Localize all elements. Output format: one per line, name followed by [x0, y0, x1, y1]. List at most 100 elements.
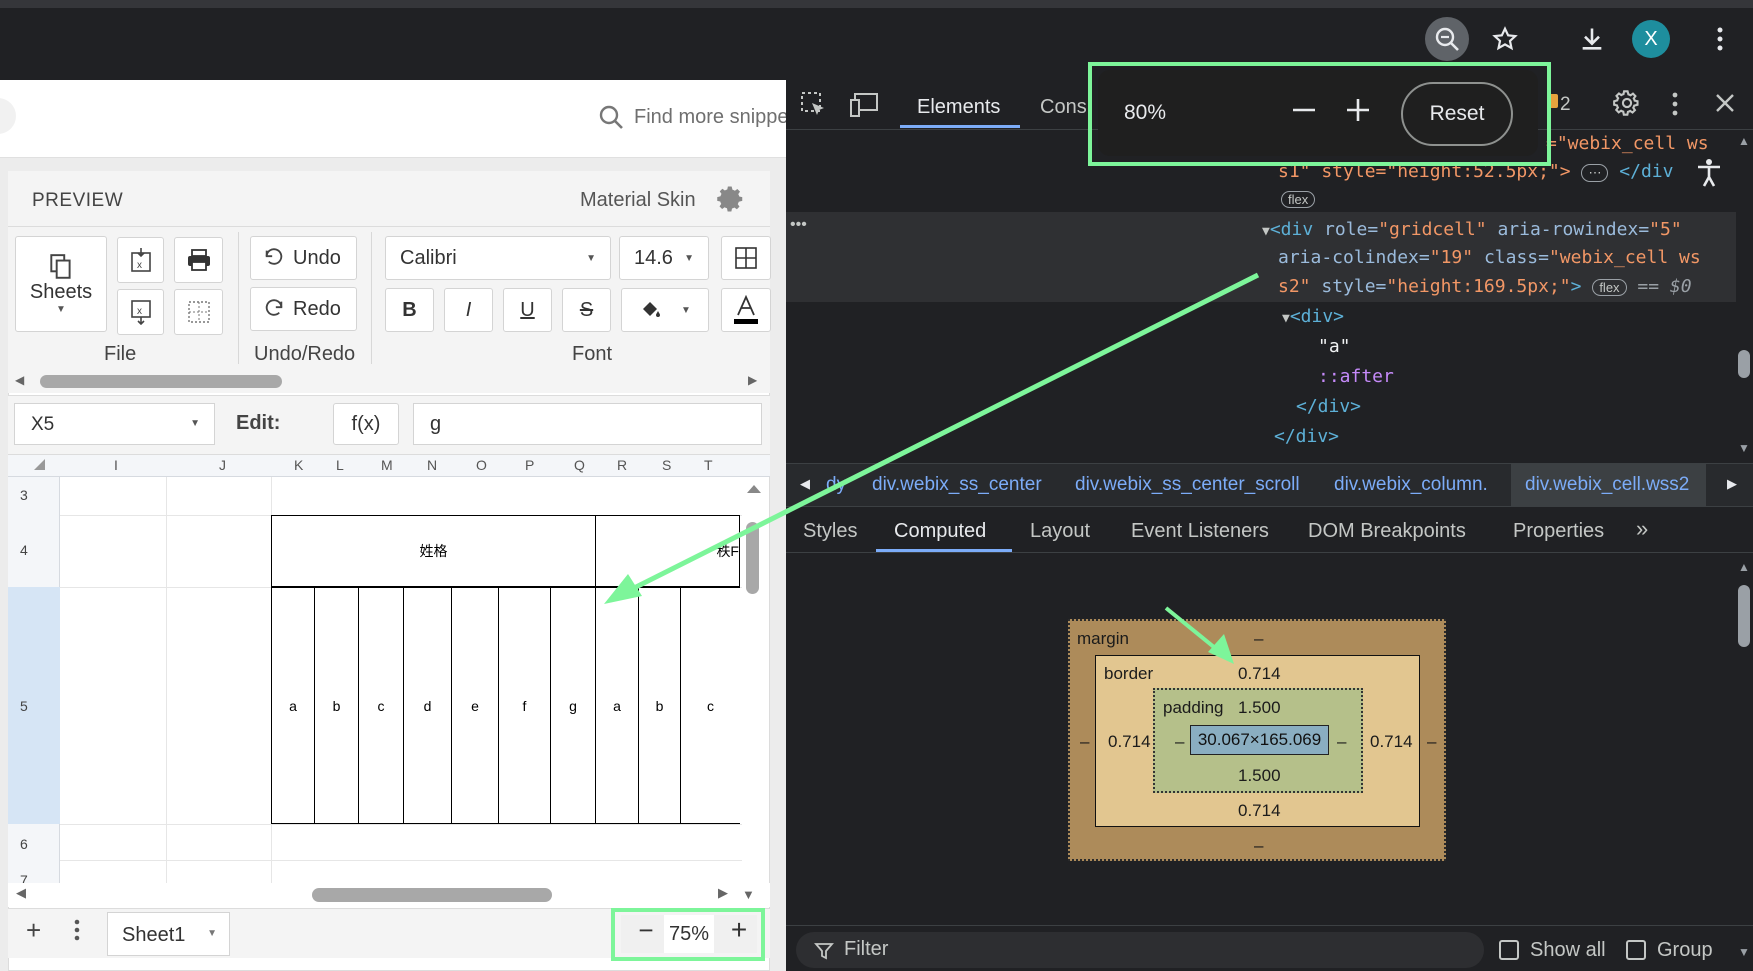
border-top-value[interactable]: 0.714	[1238, 664, 1281, 684]
zoom-reset-button[interactable]: Reset	[1401, 82, 1513, 146]
borders-button[interactable]	[721, 236, 771, 280]
breadcrumb-item[interactable]: dy	[826, 474, 846, 496]
dom-line[interactable]: "a"	[1318, 336, 1351, 357]
device-toolbar-icon[interactable]	[850, 92, 880, 123]
grid-cell[interactable]: e	[451, 587, 499, 824]
dom-line-selected[interactable]: s2" style="height:169.5px;"> flex == $0	[1278, 276, 1692, 297]
grid-cell[interactable]: d	[403, 587, 452, 824]
zoom-value[interactable]: 75%	[664, 915, 714, 953]
function-button[interactable]: f(x)	[333, 403, 399, 445]
issues-count[interactable]: 2	[1560, 94, 1571, 116]
export-button[interactable]: x	[117, 289, 164, 335]
grid-cell[interactable]: b	[638, 587, 681, 824]
margin-bottom-value[interactable]: –	[1254, 836, 1263, 856]
border-left-value[interactable]: 0.714	[1108, 732, 1151, 752]
scroll-down-icon[interactable]: ▼	[1738, 441, 1750, 455]
profile-avatar[interactable]: X	[1632, 20, 1670, 58]
accessibility-icon[interactable]	[1696, 158, 1722, 193]
fill-color-button[interactable]: ▼	[621, 288, 709, 332]
scroll-up-icon[interactable]	[746, 481, 762, 499]
scroll-right-icon[interactable]: ▶	[718, 885, 728, 901]
margin-left-value[interactable]: –	[1080, 732, 1089, 752]
flex-badge[interactable]: flex	[1592, 279, 1627, 296]
grid-cell[interactable]: a	[595, 587, 639, 824]
grid-cell[interactable]: g	[550, 587, 596, 824]
scroll-right-icon[interactable]: ▶	[748, 373, 757, 387]
font-size-select[interactable]: 14.6 ▼	[619, 236, 709, 280]
tab-elements[interactable]: Elements	[917, 96, 1000, 119]
breadcrumb-item[interactable]: div.webix_ss_center_scroll	[1075, 474, 1300, 496]
strikethrough-button[interactable]: S	[562, 288, 611, 332]
filter-input[interactable]: Filter	[796, 932, 1484, 968]
import-button[interactable]: x	[117, 237, 164, 283]
row-header-6[interactable]: 6	[20, 836, 28, 852]
vertical-scroll-thumb[interactable]	[746, 522, 759, 594]
margin-right-value[interactable]: –	[1427, 732, 1436, 752]
dom-line-selected[interactable]: aria-colindex="19" class="webix_cell ws	[1278, 247, 1701, 268]
scroll-down-icon[interactable]: ▼	[742, 887, 755, 902]
formula-input[interactable]: g	[413, 403, 762, 445]
breadcrumb-item-active[interactable]: div.webix_cell.wss2	[1525, 474, 1689, 496]
grid-cell[interactable]: a	[271, 587, 315, 824]
show-all-checkbox[interactable]	[1499, 940, 1519, 960]
scroll-down-icon[interactable]: ▼	[1738, 945, 1750, 959]
tab-event-listeners[interactable]: Event Listeners	[1131, 520, 1269, 543]
zoom-out-button[interactable]: −	[630, 915, 662, 953]
inspect-element-icon[interactable]	[800, 91, 828, 124]
padding-bottom-value[interactable]: 1.500	[1238, 766, 1281, 786]
zoom-icon[interactable]	[1425, 17, 1469, 61]
dom-scroll-thumb[interactable]	[1738, 350, 1750, 378]
search-snippets[interactable]: Find more snippe	[598, 104, 789, 130]
group-checkbox[interactable]	[1626, 940, 1646, 960]
tab-console[interactable]: Cons	[1040, 96, 1087, 119]
dom-line[interactable]: ▼<div>	[1282, 306, 1344, 327]
undo-button[interactable]: Undo	[250, 236, 357, 280]
breadcrumb-item[interactable]: div.webix_ss_center	[872, 474, 1042, 496]
zoom-in-button[interactable]	[1340, 92, 1376, 128]
cell-reference-select[interactable]: X5 ▼	[14, 403, 215, 445]
padding-right-value[interactable]: –	[1337, 732, 1346, 752]
padding-left-value[interactable]: –	[1175, 732, 1184, 752]
row-header-5[interactable]: 5	[20, 698, 28, 714]
dom-line[interactable]: </div>	[1296, 396, 1361, 417]
tab-layout[interactable]: Layout	[1030, 520, 1090, 543]
column-header-k[interactable]: K	[294, 457, 303, 473]
dom-line[interactable]: </div>	[1274, 426, 1339, 447]
margin-top-value[interactable]: –	[1254, 629, 1263, 649]
merged-header-cell[interactable]: 姓格	[271, 515, 596, 587]
add-sheet-icon[interactable]: +	[26, 915, 41, 946]
sheet-menu-icon[interactable]	[74, 919, 80, 946]
tab-styles[interactable]: Styles	[803, 520, 857, 543]
tab-computed[interactable]: Computed	[894, 520, 986, 543]
column-header-p[interactable]: P	[525, 457, 534, 473]
scroll-up-icon[interactable]: ▲	[1738, 560, 1750, 574]
download-icon[interactable]	[1570, 17, 1614, 61]
column-header-q[interactable]: Q	[574, 457, 585, 473]
close-icon[interactable]	[1714, 92, 1736, 119]
italic-button[interactable]: I	[444, 288, 493, 332]
column-header-m[interactable]: M	[381, 457, 393, 473]
tab-properties[interactable]: Properties	[1513, 520, 1604, 543]
sheets-button[interactable]: Sheets ▼	[15, 236, 107, 332]
breadcrumb-left-icon[interactable]: ◀	[800, 476, 810, 492]
column-header-s[interactable]: S	[662, 457, 671, 473]
scroll-up-icon[interactable]: ▲	[1738, 134, 1750, 148]
row-header-3[interactable]: 3	[20, 487, 28, 503]
select-all-corner[interactable]	[34, 459, 45, 470]
tab-dom-breakpoints[interactable]: DOM Breakpoints	[1308, 520, 1466, 543]
column-header-r[interactable]: R	[617, 457, 627, 473]
grid-cell[interactable]: c	[680, 587, 740, 824]
box-model-content[interactable]: 30.067×165.069	[1190, 725, 1329, 755]
grid-cell[interactable]: f	[498, 587, 551, 824]
dom-line[interactable]: ="webix_cell ws	[1546, 133, 1709, 154]
zoom-out-button[interactable]	[1286, 92, 1322, 128]
underline-button[interactable]: U	[503, 288, 552, 332]
row-header-4[interactable]: 4	[20, 542, 28, 558]
settings-gear-icon[interactable]	[1613, 89, 1641, 122]
text-color-button[interactable]	[721, 288, 771, 332]
flex-badge[interactable]: flex	[1281, 191, 1316, 209]
bookmark-star-icon[interactable]	[1483, 17, 1527, 61]
column-header-o[interactable]: O	[476, 457, 487, 473]
border-right-value[interactable]: 0.714	[1370, 732, 1413, 752]
column-header-t[interactable]: T	[704, 457, 713, 473]
